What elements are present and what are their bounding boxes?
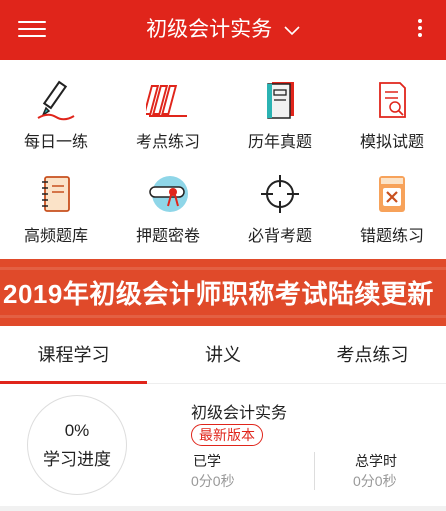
grid-item-past-exams[interactable]: 历年真题 [224,70,336,156]
grid-item-label: 模拟试题 [359,134,424,151]
grid-item-label: 考点练习 [135,134,200,151]
progress-circle: 0% 学习进度 [27,395,127,495]
books-icon [143,78,190,122]
promo-banner[interactable]: 2019年初级会计师职称考试陆续更新 [0,259,446,326]
grid-item-label: 必背考题 [247,228,312,245]
grid-item-label: 押题密卷 [135,228,200,245]
tab-topic-practice[interactable]: 考点练习 [299,332,446,384]
grid-item-topic-practice[interactable]: 考点练习 [112,70,224,156]
total-hours-label: 总学时 [355,453,397,469]
progress-percent: 0% [64,421,90,440]
top-app-bar: 初级会计实务 [0,0,446,60]
section-divider [0,506,446,511]
tab-bar: 课程学习 讲义 考点练习 [0,332,446,384]
more-vertical-icon[interactable] [416,16,424,44]
course-title[interactable]: 初级会计实务 [191,399,287,423]
grid-item-label: 每日一练 [23,134,88,151]
pen-writing-icon [34,78,78,122]
feature-grid: 每日一练 考点练习 历年真题 模拟试题 高频题库 押题密卷 必背考题 错题练习 [0,70,446,250]
document-search-icon [370,78,414,122]
notebook-icon [258,78,302,122]
stat-divider [314,452,315,490]
grid-item-label: 高频题库 [23,228,88,245]
page-title: 初级会计实务 [146,18,273,41]
target-crosshair-icon [258,172,302,216]
tab-handouts[interactable]: 讲义 [149,332,297,384]
banner-text: 2019年初级会计师职称考试陆续更新 [3,279,434,309]
studied-value: 0分0秒 [191,473,235,489]
grid-item-label: 错题练习 [359,228,424,245]
scroll-ribbon-icon [146,172,190,216]
grid-item-must-memorize[interactable]: 必背考题 [224,164,336,250]
grid-item-high-frequency[interactable]: 高频题库 [0,164,112,250]
tab-course-study[interactable]: 课程学习 [0,332,147,384]
progress-label: 学习进度 [43,450,111,469]
studied-label: 已学 [193,453,221,469]
error-book-icon [370,172,414,216]
grid-item-mock-exams[interactable]: 模拟试题 [336,70,446,156]
grid-item-predicted-papers[interactable]: 押题密卷 [112,164,224,250]
grid-item-label: 历年真题 [247,134,312,151]
grid-item-daily-practice[interactable]: 每日一练 [0,70,112,156]
version-badge: 最新版本 [191,424,263,446]
course-selector[interactable]: 初级会计实务 [0,14,446,46]
spiral-notebook-icon [34,172,78,216]
total-hours-value: 0分0秒 [353,473,397,489]
chevron-down-icon [284,14,300,46]
grid-item-wrong-questions[interactable]: 错题练习 [336,164,446,250]
